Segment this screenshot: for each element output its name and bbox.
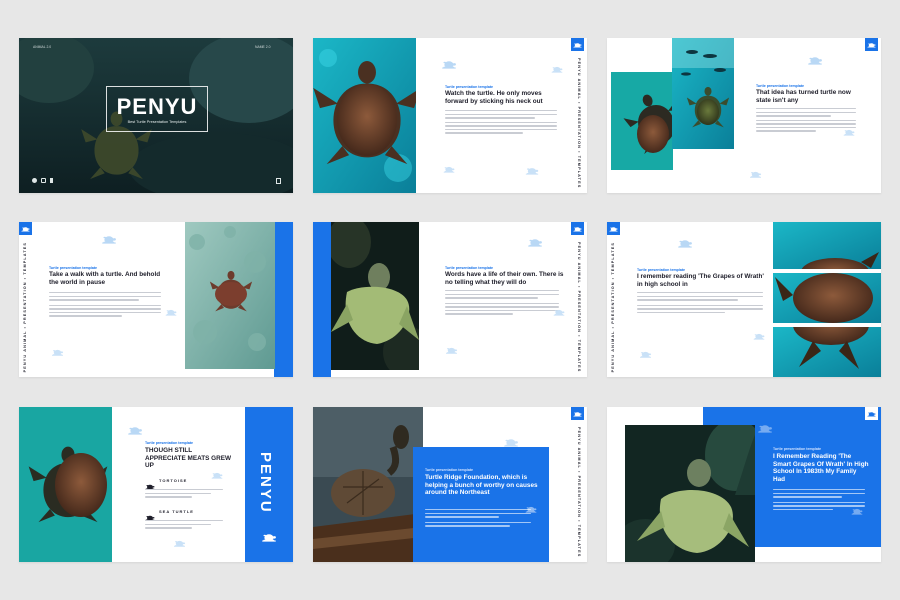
underwater-photo <box>672 38 734 149</box>
turtle-photo <box>331 222 419 370</box>
turtle-logo-icon <box>865 407 878 420</box>
turtle-photo-strip-top <box>773 222 881 269</box>
slide-heading: Turtle Ridge Foundation, which is helpin… <box>425 474 538 497</box>
side-label: PENYU ANIMAL • PRESENTATION • TEMPLATES <box>23 242 27 373</box>
turtle-watermark-icon <box>211 471 223 479</box>
turtle-watermark-icon <box>753 332 765 340</box>
slide-tag: Turtle presentation template <box>445 266 494 270</box>
slide-9[interactable]: Turtle presentation template I Remember … <box>607 407 881 562</box>
turtle-watermark-icon <box>851 507 863 515</box>
vertical-title: PENYU <box>257 452 274 514</box>
turtle-logo-icon <box>865 38 878 51</box>
side-label: PENYU ANIMAL • PRESENTATION • TEMPLATES <box>577 427 581 558</box>
side-label: PENYU ANIMAL • PRESENTATION • TEMPLATES <box>577 58 581 189</box>
turtle-watermark-icon <box>677 238 693 248</box>
cover-title: PENYU <box>116 94 198 119</box>
turtle-watermark-icon <box>525 166 539 175</box>
bookmark-icon[interactable] <box>276 178 281 184</box>
slide-8[interactable]: PENYU ANIMAL • PRESENTATION • TEMPLATES … <box>313 407 587 562</box>
blue-bar <box>313 222 331 377</box>
cover-small-right: NAME 2.0 <box>255 45 271 49</box>
slide-tag: Turtle presentation template <box>773 447 822 451</box>
turtle-watermark-icon <box>173 539 186 547</box>
slide-heading: THOUGH STILL APPRECIATE MEATS GREW UP <box>145 447 232 470</box>
turtle-watermark-icon <box>51 348 64 356</box>
body-text <box>425 509 531 529</box>
body-text <box>637 292 763 315</box>
turtle-watermark-icon <box>639 350 652 358</box>
turtle-watermark-icon <box>445 346 458 354</box>
teal-block <box>611 72 673 170</box>
instagram-icon[interactable] <box>41 178 46 183</box>
slide-heading: Watch the turtle. He only moves forward … <box>445 90 543 105</box>
slide-5[interactable]: PENYU ANIMAL • PRESENTATION • TEMPLATES … <box>313 222 587 377</box>
slide-tag: Turtle presentation template <box>637 268 686 272</box>
tortoise-text <box>145 489 223 500</box>
facebook-icon[interactable] <box>50 178 53 183</box>
turtle-watermark-icon <box>527 237 543 247</box>
item-sea-turtle: SEA TURTLE <box>159 509 194 514</box>
turtle-logo-icon <box>571 407 584 420</box>
twitter-icon[interactable] <box>32 178 37 183</box>
turtle-logo-icon <box>607 222 620 235</box>
side-label: PENYU ANIMAL • PRESENTATION • TEMPLATES <box>577 242 581 373</box>
slide-3[interactable]: Turtle presentation template That idea h… <box>607 38 881 193</box>
cover-small-left: ANIMAL 2.0 <box>33 45 52 49</box>
slide-tag: Turtle presentation template <box>49 266 98 270</box>
turtle-watermark-icon <box>551 65 563 73</box>
slide-tag: Turtle presentation template <box>425 468 474 472</box>
slide-cover[interactable]: ANIMAL 2.0 NAME 2.0 PENYU Best Turtle Pr… <box>19 38 293 193</box>
turtle-photo-strip-bottom <box>773 327 881 377</box>
slide-tag: Turtle presentation template <box>445 85 494 89</box>
side-label: PENYU ANIMAL • PRESENTATION • TEMPLATES <box>611 242 615 373</box>
turtle-logo-icon <box>261 529 277 547</box>
body-text <box>49 292 161 319</box>
turtle-watermark-icon <box>503 437 519 447</box>
slide-tag: Turtle presentation template <box>145 441 194 445</box>
turtle-watermark-icon <box>749 170 762 178</box>
item-tortoise: TORTOISE <box>159 478 188 483</box>
turtle-watermark-icon <box>443 165 455 173</box>
turtle-watermark-icon <box>127 425 143 435</box>
turtle-photo-strip-middle <box>773 273 881 323</box>
turtle-logo-icon <box>571 38 584 51</box>
slide-heading: I Remember Reading 'The Smart Grapes Of … <box>773 453 869 483</box>
blue-bar <box>274 222 293 377</box>
slide-2[interactable]: PENYU ANIMAL • PRESENTATION • TEMPLATES … <box>313 38 587 193</box>
turtle-watermark-icon <box>525 505 537 513</box>
turtle-photo <box>313 38 416 193</box>
turtle-watermark-icon <box>553 308 565 316</box>
turtle-watermark-icon <box>441 59 457 69</box>
body-text <box>445 110 557 136</box>
slide-4[interactable]: PENYU ANIMAL • PRESENTATION • TEMPLATES … <box>19 222 293 377</box>
body-text <box>445 290 559 317</box>
slide-7[interactable]: PENYU Turtle presentation template THOUG… <box>19 407 293 562</box>
slide-6[interactable]: PENYU ANIMAL • PRESENTATION • TEMPLATES … <box>607 222 881 377</box>
turtle-watermark-icon <box>165 308 177 316</box>
turtle-photo <box>625 425 755 562</box>
turtle-photo <box>185 222 275 369</box>
slide-heading: Words have a life of their own. There is… <box>445 271 564 286</box>
slide-heading: I remember reading 'The Grapes of Wrath'… <box>637 273 764 288</box>
cover-subtitle: Best Turtle Presentation Templates <box>127 120 187 124</box>
turtle-logo-icon <box>19 222 32 235</box>
turtle-photo <box>313 407 423 562</box>
turtle-watermark-icon <box>757 423 773 433</box>
slide-heading: That idea has turned turtle now state is… <box>756 89 851 104</box>
turtle-photo <box>19 407 112 562</box>
slide-tag: Turtle presentation template <box>756 84 805 88</box>
turtle-watermark-icon <box>843 128 855 136</box>
slide-heading: Take a walk with a turtle. And behold th… <box>49 271 161 286</box>
body-text <box>756 108 856 134</box>
turtle-watermark-icon <box>101 234 117 244</box>
turtle-watermark-icon <box>807 55 823 65</box>
sea-turtle-text <box>145 520 223 531</box>
turtle-logo-icon <box>571 222 584 235</box>
